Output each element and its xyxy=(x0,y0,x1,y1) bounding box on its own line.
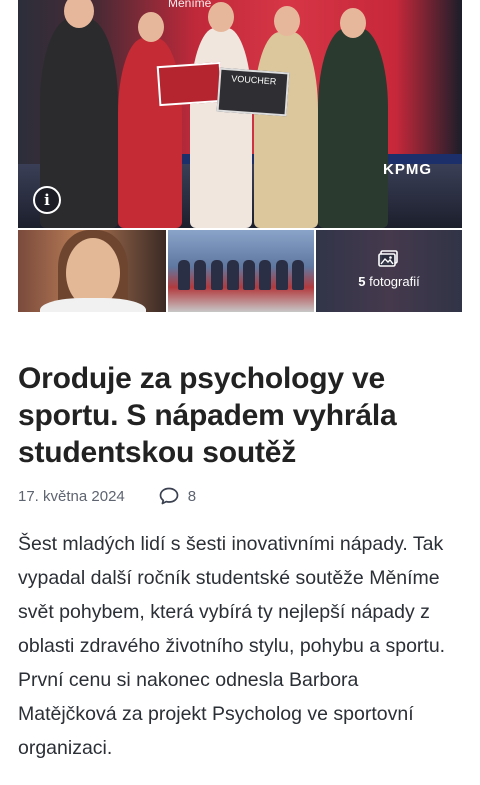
photo-gallery: Měníme VOUCHER KPMG i 5 fotografií xyxy=(0,0,480,312)
hero-banner-text: Měníme xyxy=(168,0,212,10)
photo-count: 5 fotografií xyxy=(316,250,462,289)
info-icon[interactable]: i xyxy=(33,186,61,214)
hero-photo[interactable]: Měníme VOUCHER KPMG xyxy=(18,0,462,228)
person-head xyxy=(138,12,164,42)
article-content: Oroduje za psychology ve sportu. S nápad… xyxy=(18,360,462,785)
comments-link[interactable]: 8 xyxy=(159,487,196,505)
photo-count-label: fotografií xyxy=(369,274,420,289)
person-head xyxy=(208,2,234,32)
person-figure xyxy=(254,32,318,228)
person-figure xyxy=(318,28,388,228)
cheque-board xyxy=(156,61,224,107)
thumb-shirt xyxy=(40,298,146,312)
photo-count-number: 5 xyxy=(358,274,366,289)
article-title: Oroduje za psychology ve sportu. S nápad… xyxy=(18,362,397,469)
gallery-thumbnail[interactable] xyxy=(168,230,314,312)
voucher-board: VOUCHER xyxy=(216,67,290,117)
person-figure xyxy=(190,28,252,228)
thumb-group xyxy=(176,260,306,294)
comment-count: 8 xyxy=(187,487,197,505)
person-head xyxy=(340,8,366,38)
gallery-more-photos[interactable]: 5 fotografií xyxy=(316,230,462,312)
article-date: 17. května 2024 xyxy=(18,487,125,505)
person-head xyxy=(274,6,300,36)
article-lead: Šest mladých lidí s šesti inovativními n… xyxy=(18,533,446,759)
comment-bubble-icon xyxy=(159,487,179,505)
image-gallery-icon xyxy=(378,250,398,267)
kpmg-logo: KPMG xyxy=(383,161,432,178)
article-meta: 17. května 2024 8 xyxy=(18,487,462,505)
gallery-thumbnail[interactable] xyxy=(18,230,166,312)
